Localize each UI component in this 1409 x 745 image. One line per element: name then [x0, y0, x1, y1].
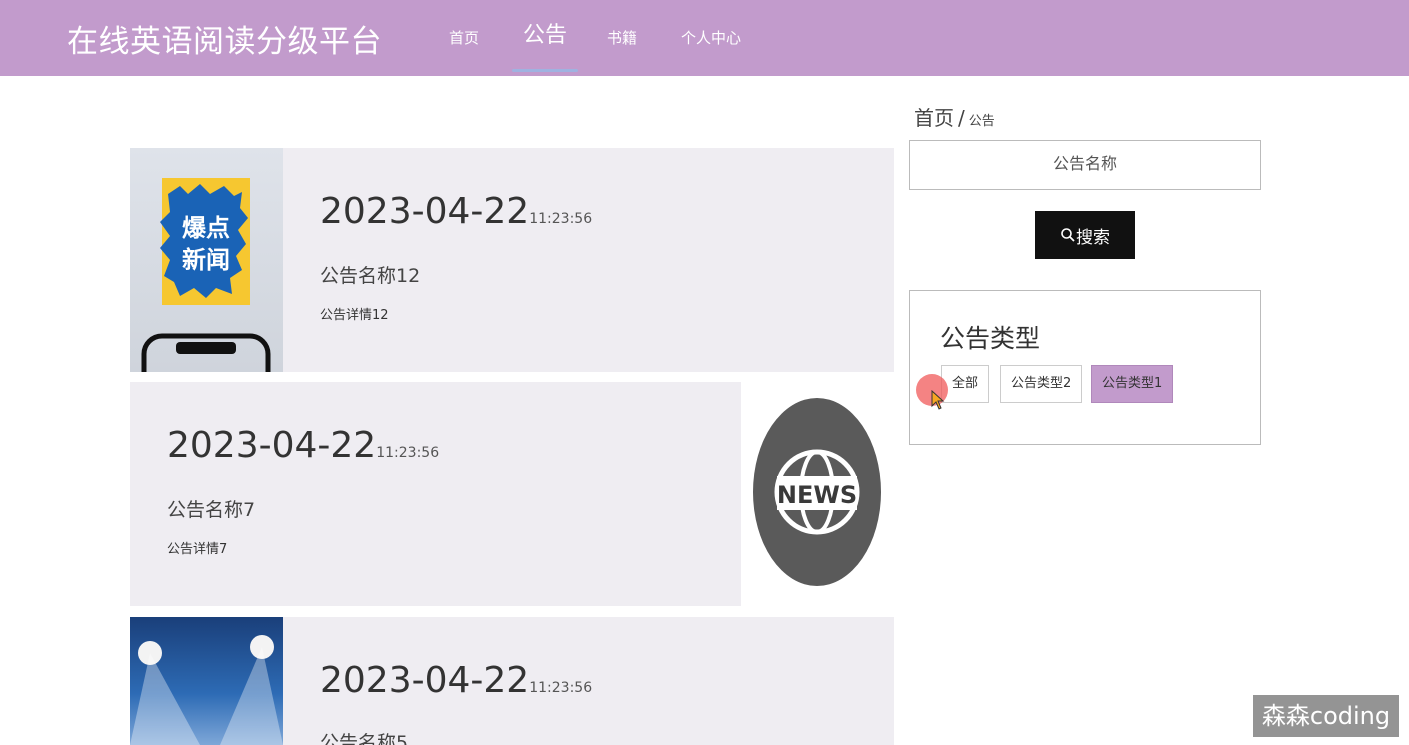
nav-home[interactable]: 首页 — [449, 0, 479, 76]
news-icon-text: NEWS — [777, 481, 857, 509]
breadcrumb-home[interactable]: 首页 — [914, 106, 954, 130]
search-input[interactable] — [909, 140, 1261, 190]
notice-title[interactable]: 公告名称7 — [167, 495, 255, 522]
breadcrumb-current: 公告 — [968, 114, 995, 129]
notice-image: NEWS — [741, 382, 894, 606]
poster-text-line2: 新闻 — [182, 246, 230, 274]
type-filter-heading: 公告类型 — [940, 324, 1041, 353]
nav-books[interactable]: 书籍 — [607, 0, 637, 76]
notice-card[interactable]: 爆点 新闻 2023-04-2211:23:56 公告名称12 公告详情12 — [130, 148, 894, 372]
type-option-2[interactable]: 公告类型2 — [1000, 365, 1083, 403]
notice-image — [130, 617, 283, 745]
nav-profile[interactable]: 个人中心 — [681, 0, 741, 76]
notice-detail: 公告详情7 — [167, 542, 228, 557]
notice-type-filter: 公告类型 全部 公告类型2 公告类型1 — [909, 290, 1261, 445]
poster-text-line1: 爆点 — [182, 214, 230, 242]
notice-time: 11:23:56 — [529, 211, 593, 227]
notice-image: 爆点 新闻 — [130, 148, 283, 372]
site-title[interactable]: 在线英语阅读分级平台 — [67, 16, 382, 61]
mouse-cursor-icon — [931, 390, 945, 410]
search-icon — [1061, 228, 1075, 242]
top-navbar: 在线英语阅读分级平台 首页 公告 书籍 个人中心 — [0, 0, 1409, 76]
type-option-all[interactable]: 全部 — [941, 365, 990, 403]
notice-time: 11:23:56 — [376, 445, 440, 461]
notice-date: 2023-04-22 — [167, 425, 377, 466]
notice-datetime: 2023-04-2211:23:56 — [320, 191, 592, 232]
active-nav-indicator — [512, 69, 578, 72]
notice-datetime: 2023-04-2211:23:56 — [167, 425, 439, 466]
notice-detail: 公告详情12 — [320, 308, 389, 323]
breadcrumb: 首页 / 公告 — [914, 102, 995, 131]
notice-datetime: 2023-04-2211:23:56 — [320, 660, 592, 701]
news-globe-icon: NEWS — [753, 398, 881, 586]
watermark: 森森coding — [1253, 695, 1399, 737]
notice-date: 2023-04-22 — [320, 191, 530, 232]
search-button[interactable]: 搜索 — [1035, 211, 1135, 259]
notice-date: 2023-04-22 — [320, 660, 530, 701]
nav-notice[interactable]: 公告 — [523, 0, 567, 76]
spotlights-image — [130, 635, 283, 745]
type-option-1[interactable]: 公告类型1 — [1091, 365, 1174, 403]
breadcrumb-separator: / — [958, 106, 965, 130]
notice-card[interactable]: 2023-04-2211:23:56 公告名称5 — [130, 617, 894, 745]
search-button-label: 搜索 — [1076, 227, 1110, 248]
notice-title[interactable]: 公告名称5 — [320, 728, 408, 745]
notice-title[interactable]: 公告名称12 — [320, 261, 420, 288]
notice-card[interactable]: 2023-04-2211:23:56 公告名称7 公告详情7 NEWS — [130, 382, 894, 606]
notice-time: 11:23:56 — [529, 680, 593, 696]
